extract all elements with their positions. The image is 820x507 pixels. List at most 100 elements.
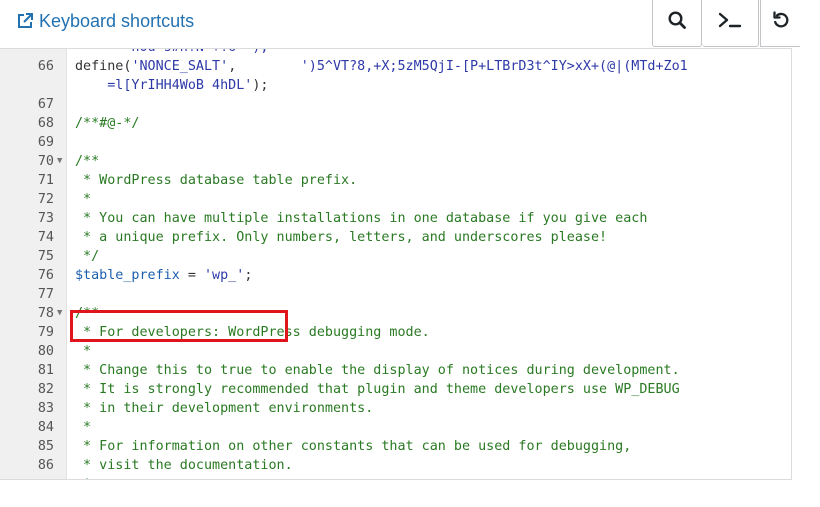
code-line[interactable]: =l[YrIHH4WoB 4hDL'); bbox=[0, 76, 791, 95]
line-number: 81 bbox=[37, 363, 54, 378]
code-line[interactable]: 72 * bbox=[0, 190, 791, 209]
code-token: /**#@-*/ bbox=[75, 116, 140, 131]
line-number: 69 bbox=[37, 135, 54, 150]
code-line[interactable]: 70 ▼ /** bbox=[0, 152, 791, 171]
code-text: * bbox=[75, 475, 91, 479]
code-text: * bbox=[75, 190, 91, 209]
console-button[interactable] bbox=[702, 0, 759, 47]
line-number: 85 bbox=[37, 439, 54, 454]
code-text: /**#@-*/ bbox=[75, 114, 140, 133]
keyboard-shortcuts-link[interactable]: Keyboard shortcuts bbox=[16, 10, 194, 32]
code-token: * It is strongly recommended that plugin… bbox=[75, 382, 680, 397]
line-number: 68 bbox=[37, 116, 54, 131]
code-token: ')5^VT?8,+X;5zM5QjI-[P+LTBrD3t^IY>xX+(@|… bbox=[300, 59, 688, 74]
code-text: * visit the documentation. bbox=[75, 456, 293, 475]
code-token: * a unique prefix. Only numbers, letters… bbox=[75, 230, 608, 245]
code-text: define('NONCE_SALT', ')5^VT?8,+X;5zM5QjI… bbox=[75, 57, 688, 76]
highlight-box bbox=[70, 310, 288, 342]
code-line[interactable]: 69 bbox=[0, 133, 791, 152]
terminal-icon bbox=[717, 11, 743, 34]
line-number: 72 bbox=[37, 192, 54, 207]
code-text: =l[YrIHH4WoB 4hDL'); bbox=[75, 76, 269, 95]
line-number: 77 bbox=[37, 287, 54, 302]
code-line[interactable]: 80 * bbox=[0, 342, 791, 361]
undo-button[interactable] bbox=[760, 0, 800, 47]
code-token: ); bbox=[252, 78, 269, 93]
line-number: 86 bbox=[37, 458, 54, 473]
code-token: define( bbox=[75, 59, 132, 74]
line-number: 66 bbox=[37, 59, 54, 74]
code-line[interactable]: * bbox=[0, 475, 791, 479]
code-token: * in their development environments. bbox=[75, 401, 374, 416]
code-token: =l[YrIHH4WoB 4hDL' bbox=[75, 78, 253, 93]
code-line[interactable]: 84 * bbox=[0, 418, 791, 437]
code-text: * a unique prefix. Only numbers, letters… bbox=[75, 228, 607, 247]
code-line[interactable]: 75 */ bbox=[0, 247, 791, 266]
fold-toggle-icon[interactable]: ▼ bbox=[57, 304, 65, 323]
code-token: $table_prefix bbox=[75, 268, 180, 283]
code-token: * Change this to true to enable the disp… bbox=[75, 363, 680, 378]
code-line[interactable]: 71 * WordPress database table prefix. bbox=[0, 171, 791, 190]
code-text: * You can have multiple installations in… bbox=[75, 209, 647, 228]
code-lines[interactable]: -nOu`s#n!N-+!6`'); 66 define('NONCE_SALT',… bbox=[0, 49, 791, 479]
code-token: * bbox=[75, 344, 92, 359]
code-line[interactable]: 82 * It is strongly recommended that plu… bbox=[0, 380, 791, 399]
code-line[interactable]: 76 $table_prefix = 'wp_'; bbox=[0, 266, 791, 285]
code-line[interactable]: 73 * You can have multiple installations… bbox=[0, 209, 791, 228]
code-line[interactable]: 83 * in their development environments. bbox=[0, 399, 791, 418]
code-token: * For information on other constants tha… bbox=[75, 439, 632, 454]
undo-icon bbox=[771, 10, 791, 35]
line-number: 83 bbox=[37, 401, 54, 416]
code-token: ; bbox=[244, 268, 253, 283]
code-token: , bbox=[228, 59, 301, 74]
fold-toggle-icon[interactable]: ▼ bbox=[57, 152, 65, 171]
line-number: 82 bbox=[37, 382, 54, 397]
line-number: 67 bbox=[37, 97, 54, 112]
code-line[interactable]: 67 bbox=[0, 95, 791, 114]
line-number: 70 bbox=[37, 154, 54, 169]
code-line[interactable]: 77 bbox=[0, 285, 791, 304]
code-text: */ bbox=[75, 247, 99, 266]
code-token: * bbox=[75, 420, 92, 435]
code-text: * WordPress database table prefix. bbox=[75, 171, 357, 190]
keyboard-shortcuts-label: Keyboard shortcuts bbox=[39, 10, 195, 31]
line-number: 80 bbox=[37, 344, 54, 359]
code-token: * bbox=[75, 477, 91, 479]
code-token: */ bbox=[75, 249, 100, 264]
line-number: 84 bbox=[37, 420, 54, 435]
code-text: * in their development environments. bbox=[75, 399, 373, 418]
line-number: 79 bbox=[37, 325, 54, 340]
code-line[interactable]: 66 define('NONCE_SALT', ')5^VT?8,+X;5zM5Q… bbox=[0, 57, 791, 76]
code-token: /** bbox=[75, 154, 100, 169]
code-token: * You can have multiple installations in… bbox=[75, 211, 648, 226]
code-text: * bbox=[75, 342, 91, 361]
code-text: * For information on other constants tha… bbox=[75, 437, 631, 456]
line-number: 71 bbox=[37, 173, 54, 188]
code-line[interactable]: 86 * visit the documentation. bbox=[0, 456, 791, 475]
code-text: * bbox=[75, 418, 91, 437]
code-text: /** bbox=[75, 152, 99, 171]
editor-toolbar: Keyboard shortcuts bbox=[0, 0, 820, 48]
code-text: -nOu`s#n!N-+!6`'); bbox=[75, 49, 268, 57]
code-line[interactable]: -nOu`s#n!N-+!6`'); bbox=[0, 49, 791, 57]
search-button[interactable] bbox=[652, 0, 702, 47]
code-token: 'NONCE_SALT' bbox=[131, 59, 229, 74]
code-editor[interactable]: -nOu`s#n!N-+!6`'); 66 define('NONCE_SALT',… bbox=[0, 48, 792, 480]
line-number: 73 bbox=[37, 211, 54, 226]
external-link-icon bbox=[16, 12, 34, 30]
code-text: $table_prefix = 'wp_'; bbox=[75, 266, 252, 285]
code-line[interactable]: 68 /**#@-*/ bbox=[0, 114, 791, 133]
code-token: * bbox=[75, 192, 92, 207]
line-number: 78 bbox=[37, 306, 54, 321]
line-number: 74 bbox=[37, 230, 54, 245]
code-token: -nOu`s#n!N-+!6`'); bbox=[75, 49, 268, 55]
code-line[interactable]: 85 * For information on other constants … bbox=[0, 437, 791, 456]
code-token: * visit the documentation. bbox=[75, 458, 293, 473]
code-text: * Change this to true to enable the disp… bbox=[75, 361, 680, 380]
search-icon bbox=[667, 10, 687, 35]
code-token: 'wp_' bbox=[204, 268, 245, 283]
code-token: * WordPress database table prefix. bbox=[75, 173, 358, 188]
line-number: 76 bbox=[37, 268, 54, 283]
code-line[interactable]: 74 * a unique prefix. Only numbers, lett… bbox=[0, 228, 791, 247]
code-line[interactable]: 81 * Change this to true to enable the d… bbox=[0, 361, 791, 380]
